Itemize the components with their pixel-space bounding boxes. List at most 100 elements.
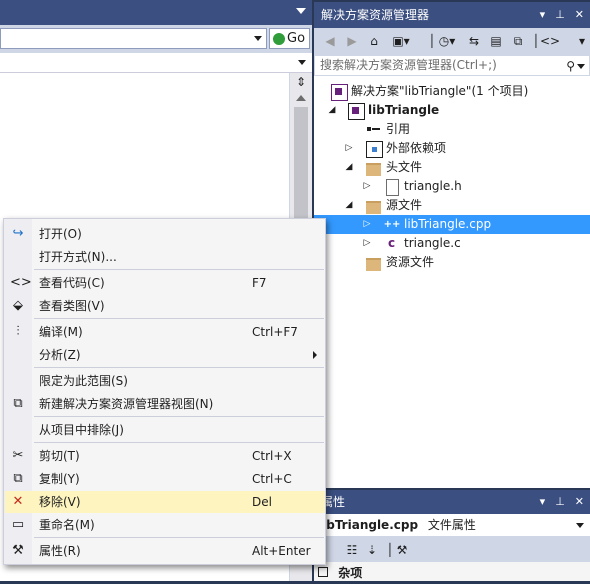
property-pages-icon[interactable]: ⚒ — [394, 542, 410, 558]
go-button[interactable]: Go — [269, 28, 310, 49]
collapse-box-icon[interactable] — [318, 567, 328, 577]
menu-item-compile[interactable]: ⫶ 编译(M) Ctrl+F7 — [5, 321, 325, 343]
context-menu: ↪ 打开(O) 打开方式(N)... <> 查看代码(C) F7 ⬙ 查看类图(… — [3, 218, 326, 565]
dropdown-icon[interactable]: ▾ — [540, 490, 546, 514]
chevron-down-icon[interactable] — [254, 36, 262, 41]
external-deps-icon — [366, 141, 383, 158]
view-code-icon: <> — [10, 275, 32, 290]
forward-icon[interactable]: ▶ — [344, 33, 360, 49]
menu-separator — [34, 442, 324, 443]
menu-item-new-explorer-view[interactable]: ⧉ 新建解决方案资源管理器视图(N) — [5, 393, 325, 415]
menu-item-open[interactable]: ↪ 打开(O) — [5, 223, 325, 245]
menu-item-view-class-diagram[interactable]: ⬙ 查看类图(V) — [5, 295, 325, 317]
close-icon[interactable]: ✕ — [575, 490, 584, 514]
folder-icon — [366, 258, 381, 271]
menu-item-exclude-from-project[interactable]: 从项目中排除(J) — [5, 419, 325, 441]
chevron-down-icon — [576, 523, 584, 528]
menu-item-remove[interactable]: ✕ 移除(V) Del — [5, 491, 325, 513]
class-diagram-icon: ⬙ — [13, 298, 23, 313]
properties-title-bar: 属性 ▾ ⊥ ✕ — [314, 490, 590, 514]
new-view-icon: ⧉ — [13, 396, 23, 411]
menu-item-view-code[interactable]: <> 查看代码(C) F7 — [5, 272, 325, 294]
solution-explorer-title-bar: 解决方案资源管理器 ▾ ⊥ ✕ — [314, 2, 590, 28]
cpp-file-icon: ++ — [383, 219, 401, 230]
remove-icon: ✕ — [12, 494, 24, 509]
show-all-files-icon[interactable]: ⧉ — [510, 33, 526, 49]
pending-changes-icon[interactable]: ◷▾ — [436, 33, 458, 49]
search-icon[interactable]: ⚲ — [566, 57, 575, 76]
scroll-up-icon[interactable] — [296, 95, 306, 101]
chevron-down-icon — [298, 60, 306, 65]
member-dropdown[interactable] — [0, 53, 312, 73]
tree-item-triangle-c[interactable]: ▷ c triangle.c — [314, 234, 590, 253]
compile-icon: ⫶ — [16, 324, 20, 339]
categorized-icon[interactable]: ☷ — [344, 542, 360, 558]
tree-item-triangle-h[interactable]: ▷ triangle.h — [314, 177, 590, 196]
solution-tree: 解决方案"libTriangle"(1 个项目) ◢ libTriangle 引… — [314, 76, 590, 488]
close-icon[interactable]: ✕ — [575, 2, 584, 28]
menu-separator — [34, 416, 324, 417]
view-code-toolbar-icon[interactable]: <> — [540, 33, 560, 49]
solution-explorer-toolbar: ◀ ▶ ⌂ ▣▾ │ ◷▾ ⇆ ▤ ⧉ │ <> ▾ — [314, 28, 590, 55]
properties-section-header[interactable]: 杂项 — [314, 562, 590, 581]
menu-separator — [34, 318, 324, 319]
subject-name: libTriangle.cpp — [318, 518, 419, 532]
address-bar: Go — [0, 25, 312, 53]
copy-icon: ⧉ — [13, 471, 23, 486]
collapse-arrow-icon[interactable]: ◢ — [344, 158, 354, 177]
rename-icon: ▭ — [11, 517, 25, 532]
tree-item-source-files[interactable]: ◢ 源文件 — [314, 196, 590, 215]
address-input[interactable] — [0, 28, 267, 49]
chevron-down-icon[interactable]: ▾ — [574, 33, 590, 49]
menu-item-scope-to-this[interactable]: 限定为此范围(S) — [5, 370, 325, 392]
collapse-all-icon[interactable]: ▤ — [488, 33, 504, 49]
menu-separator — [34, 537, 324, 538]
back-icon[interactable]: ◀ — [322, 33, 338, 49]
menu-item-cut[interactable]: ✂ 剪切(T) Ctrl+X — [5, 445, 325, 467]
collapse-arrow-icon[interactable]: ◢ — [344, 196, 354, 215]
menu-item-analyze[interactable]: 分析(Z) — [5, 344, 325, 366]
menu-item-rename[interactable]: ▭ 重命名(M) — [5, 514, 325, 536]
expand-arrow-icon[interactable]: ▷ — [344, 139, 354, 158]
collapse-arrow-icon[interactable]: ◢ — [327, 101, 337, 120]
expand-arrow-icon[interactable]: ▷ — [362, 234, 372, 253]
solution-explorer-search[interactable]: 搜索解决方案资源管理器(Ctrl+;) ⚲ — [314, 55, 590, 76]
home-icon[interactable]: ⌂ — [366, 33, 382, 49]
menu-separator — [34, 367, 324, 368]
menu-item-copy[interactable]: ⧉ 复制(Y) Ctrl+C — [5, 468, 325, 490]
chevron-down-icon[interactable] — [296, 8, 306, 14]
tree-item-resource-files[interactable]: 资源文件 — [314, 253, 590, 272]
chevron-down-icon[interactable] — [577, 64, 585, 69]
split-icon[interactable]: ⇕ — [294, 75, 308, 89]
tree-item-external-deps[interactable]: ▷ 外部依赖项 — [314, 139, 590, 158]
header-file-icon — [386, 179, 399, 196]
menu-item-open-with[interactable]: 打开方式(N)... — [5, 246, 325, 268]
subject-type: 文件属性 — [427, 518, 476, 532]
pin-icon[interactable]: ⊥ — [555, 2, 565, 28]
menu-item-properties[interactable]: ⚒ 属性(R) Alt+Enter — [5, 540, 325, 562]
tree-item-libtriangle-cpp[interactable]: ▷ ++ libTriangle.cpp — [314, 215, 590, 234]
switch-views-icon[interactable]: ▣▾ — [390, 33, 412, 49]
dropdown-icon[interactable]: ▾ — [540, 2, 546, 28]
c-file-icon: c — [387, 236, 396, 250]
sync-icon[interactable]: ⇆ — [466, 33, 482, 49]
menu-separator — [34, 269, 324, 270]
properties-object-selector[interactable]: libTriangle.cpp 文件属性 — [314, 514, 590, 537]
references-icon — [366, 122, 381, 137]
solution-icon — [331, 84, 348, 101]
folder-icon — [366, 201, 381, 214]
go-label: Go — [287, 31, 306, 46]
project-icon — [348, 103, 365, 120]
expand-arrow-icon[interactable]: ▷ — [362, 177, 372, 196]
tree-item-header-files[interactable]: ◢ 头文件 — [314, 158, 590, 177]
open-icon: ↪ — [12, 226, 24, 241]
tree-item-solution[interactable]: 解决方案"libTriangle"(1 个项目) — [314, 82, 590, 101]
expand-arrow-icon[interactable]: ▷ — [362, 215, 372, 234]
pin-icon[interactable]: ⊥ — [555, 490, 565, 514]
alphabetical-icon[interactable]: ⇣ — [364, 542, 380, 558]
tree-item-project[interactable]: ◢ libTriangle — [314, 101, 590, 120]
panel-title: 解决方案资源管理器 — [321, 8, 430, 22]
properties-toolbar: ☷ ⇣ │ ⚒ — [314, 537, 590, 562]
properties-icon: ⚒ — [12, 543, 24, 558]
tree-item-references[interactable]: 引用 — [314, 120, 590, 139]
